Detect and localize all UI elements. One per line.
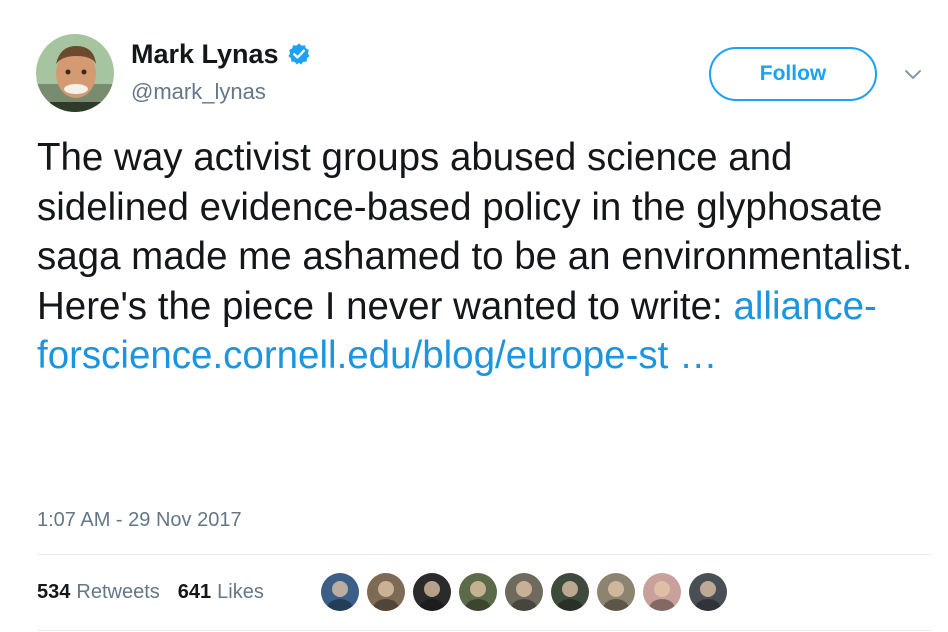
likes-stat[interactable]: 641 Likes	[178, 578, 264, 606]
avatar-photo	[36, 34, 114, 112]
retweets-label: Retweets	[76, 581, 160, 603]
tweet-timestamp[interactable]: 1:07 AM - 29 Nov 2017	[37, 506, 242, 534]
liker-avatar-1[interactable]	[321, 573, 359, 611]
engagement-stats: 534 Retweets 641 Likes	[37, 578, 264, 606]
liker-avatar-9[interactable]	[689, 573, 727, 611]
retweets-stat[interactable]: 534 Retweets	[37, 578, 160, 606]
author-display-name[interactable]: Mark Lynas	[131, 38, 311, 70]
chevron-down-icon[interactable]	[902, 64, 924, 86]
liker-avatar-8[interactable]	[643, 573, 681, 611]
liker-avatar-5[interactable]	[505, 573, 543, 611]
author-avatar[interactable]	[36, 34, 114, 112]
liker-avatar-2[interactable]	[367, 573, 405, 611]
tweet-card: Mark Lynas @mark_lynas Follow The way ac…	[0, 0, 948, 632]
likes-count: 641	[177, 581, 212, 603]
author-name-text: Mark Lynas	[131, 39, 279, 69]
divider-bottom	[37, 630, 932, 631]
liker-avatar-7[interactable]	[597, 573, 635, 611]
liker-avatar-4[interactable]	[459, 573, 497, 611]
likes-label: Likes	[217, 581, 264, 603]
divider-top	[37, 554, 932, 555]
liker-avatar-3[interactable]	[413, 573, 451, 611]
retweets-count: 534	[37, 581, 71, 603]
liker-avatars	[321, 573, 735, 611]
tweet-text: The way activist groups abused science a…	[37, 133, 932, 381]
liker-avatar-6[interactable]	[551, 573, 589, 611]
verified-badge-icon	[288, 43, 310, 65]
author-handle[interactable]: @mark_lynas	[131, 78, 266, 106]
follow-button[interactable]: Follow	[709, 47, 877, 101]
